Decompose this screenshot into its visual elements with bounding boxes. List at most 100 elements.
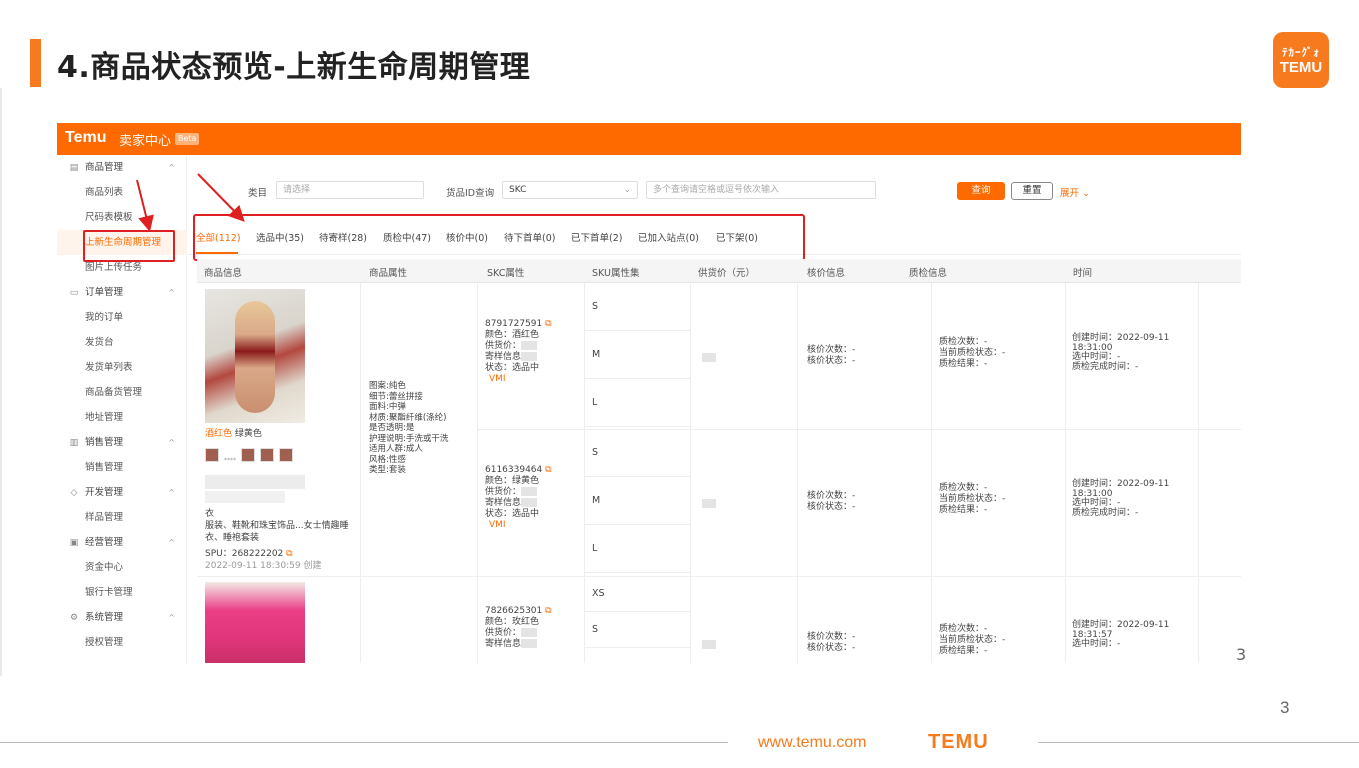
product-icon: ▤ — [69, 163, 79, 173]
id-type-select[interactable]: SKC ⌄ — [502, 181, 638, 199]
footer-line-right — [1038, 742, 1359, 743]
attribute-line: 风格:性感 — [369, 454, 406, 465]
develop-icon: ◇ — [70, 488, 78, 498]
qc-line: 质检次数：- — [939, 337, 988, 347]
query-button[interactable]: 查询 — [957, 182, 1005, 200]
column-divider — [360, 283, 361, 663]
skc-id: 7826625301 ⧉ — [485, 606, 552, 617]
copy-icon[interactable]: ⧉ — [542, 319, 551, 329]
edge-character: 3 — [1236, 645, 1247, 664]
app-center-label: 卖家中心 — [119, 134, 172, 149]
sidebar-group-6[interactable]: ⚙ 系统管理 ^ — [57, 605, 187, 630]
attribute-line: 面料:中弹 — [369, 402, 406, 412]
blurred-value — [521, 498, 538, 507]
chevron-up-icon: ^ — [168, 538, 175, 547]
product-title-line: 衣、睡袍套装 — [205, 533, 260, 543]
attribute-line: 护理说明:手洗或干洗 — [369, 433, 449, 444]
column-divider — [477, 283, 478, 663]
qc-line: 质检结果：- — [939, 505, 988, 515]
sidebar-group-2[interactable]: ▭ 订单管理 ^ — [57, 280, 187, 305]
attribute-line: 是否透明:是 — [369, 423, 415, 433]
blurred-value — [521, 639, 538, 648]
attribute-line: 图案:纯色 — [369, 381, 406, 391]
color-options: 酒红色 绿黄色 — [205, 429, 262, 440]
thumbnail[interactable] — [260, 448, 274, 462]
thumbnail[interactable] — [205, 448, 219, 462]
slide-title: 4.商品状态预览-上新生命周期管理 — [57, 50, 531, 85]
app-brand[interactable]: Temu — [65, 129, 106, 147]
sample-info-label: 寄样信息 — [485, 498, 522, 508]
category-label: 类目 — [248, 188, 268, 199]
column-divider — [931, 283, 932, 663]
color-option[interactable]: 绿黄色 — [235, 429, 262, 439]
skc-id-value: 6116339464 — [485, 465, 543, 475]
row-divider — [197, 576, 1241, 577]
attribute-line: 材质:聚酯纤维(涤纶) — [369, 412, 447, 423]
sidebar-item[interactable]: 商品备货管理 — [57, 380, 187, 405]
system-icon: ⚙ — [69, 613, 79, 623]
skc-color: 颜色：绿黄色 — [485, 476, 540, 486]
product-image[interactable] — [205, 289, 305, 423]
footer-url[interactable]: www.temu.com — [758, 733, 888, 753]
page-number: 3 — [1280, 698, 1290, 717]
slide: 4.商品状态预览-上新生命周期管理 ﾃｶｰｸﾞｫ TEMU Temu 卖家中心 … — [0, 0, 1359, 768]
sidebar-item[interactable]: 商品列表 — [57, 180, 187, 205]
sidebar-item[interactable]: 销售管理 — [57, 455, 187, 480]
sidebar-item[interactable]: 样品管理 — [57, 505, 187, 530]
order-icon: ▭ — [69, 288, 79, 298]
sidebar-item[interactable]: 资金中心 — [57, 555, 187, 580]
skc-id-value: 8791727591 — [485, 319, 543, 329]
qc-line: 当前质检状态：- — [939, 348, 1006, 358]
product-image[interactable] — [205, 582, 305, 663]
product-title-line: 衣 — [205, 509, 215, 519]
sidebar-item[interactable]: 授权管理 — [57, 630, 187, 655]
skc-color: 颜色：酒红色 — [485, 330, 540, 340]
blurred-price — [702, 640, 716, 649]
copy-icon[interactable]: ⧉ — [542, 606, 551, 616]
thumbnail[interactable] — [279, 448, 293, 462]
sidebar-item[interactable]: 我的订单 — [57, 305, 187, 330]
column-header: SKU属性集 — [592, 268, 640, 279]
sidebar-item[interactable]: 地址管理 — [57, 405, 187, 430]
sidebar-item[interactable]: 尺码表模板 — [57, 205, 187, 230]
blurred-title — [205, 475, 305, 489]
expand-link[interactable]: 展开 ⌄ — [1060, 185, 1090, 199]
blurred-value — [521, 487, 538, 496]
reset-button[interactable]: 重置 — [1011, 182, 1053, 200]
skc-color: 颜色：玫红色 — [485, 617, 540, 627]
chevron-down-icon: ⌄ — [1082, 188, 1091, 199]
time-line: 质检完成时间：- — [1072, 507, 1139, 518]
column-divider — [1065, 283, 1066, 663]
price-check-line: 核价次数：- — [807, 345, 856, 355]
color-option-active[interactable]: 酒红色 — [205, 429, 232, 439]
sidebar-group-4[interactable]: ◇ 开发管理 ^ — [57, 480, 187, 505]
sidebar-item[interactable]: 发货单列表 — [57, 355, 187, 380]
copy-icon[interactable]: ⧉ — [542, 465, 551, 475]
sku-size-cell: XS — [584, 576, 690, 612]
sidebar-group-3[interactable]: ▥ 销售管理 ^ — [57, 430, 187, 455]
footer-line-left — [0, 742, 728, 743]
filter-bar: 类目 请选择 货品ID查询 SKC ⌄ 多个查询请空格或逗号依次输入 查询 重置 … — [188, 155, 1241, 215]
finance-icon: ▣ — [69, 538, 79, 548]
left-divider — [0, 88, 2, 676]
sidebar-item[interactable]: 银行卡管理 — [57, 580, 187, 605]
thumbnail[interactable] — [241, 448, 255, 462]
sidebar-group-1[interactable]: ▤ 商品管理 ^ — [57, 155, 187, 180]
sku-size-cell: M — [584, 331, 690, 379]
skc-supply-price: 供货价： — [485, 341, 538, 352]
sidebar-group-5[interactable]: ▣ 经营管理 ^ — [57, 530, 187, 555]
qc-line: 质检结果：- — [939, 646, 988, 656]
sidebar-highlight-box — [83, 230, 175, 262]
chevron-down-icon: ⌄ — [623, 185, 631, 195]
tabs-highlight-box — [193, 214, 805, 261]
sidebar-item[interactable]: 发货台 — [57, 330, 187, 355]
temu-logo-badge: ﾃｶｰｸﾞｫ TEMU — [1273, 32, 1329, 88]
category-select[interactable]: 请选择 — [276, 181, 424, 199]
skc-id: 6116339464 ⧉ — [485, 465, 552, 476]
column-header: 时间 — [1073, 268, 1093, 279]
copy-icon[interactable]: ⧉ — [283, 549, 292, 559]
qc-line: 当前质检状态：- — [939, 635, 1006, 645]
thumbnail[interactable]: **** — [224, 457, 236, 471]
id-query-input[interactable]: 多个查询请空格或逗号依次输入 — [646, 181, 876, 199]
blurred-value — [521, 352, 538, 361]
